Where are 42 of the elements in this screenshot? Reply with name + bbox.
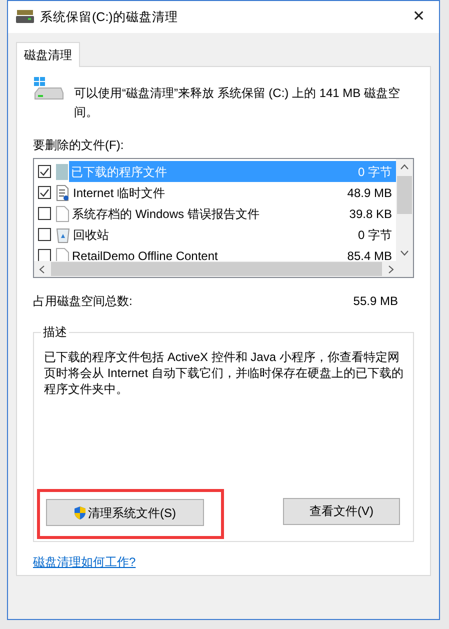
file-name: 回收站: [73, 226, 109, 244]
file-row[interactable]: 系统存档的 Windows 错误报告文件 39.8 KB: [34, 203, 396, 224]
scroll-thumb[interactable]: [51, 262, 382, 276]
help-link[interactable]: 磁盘清理如何工作?: [33, 553, 136, 571]
file-size: 48.9 MB: [347, 184, 392, 202]
file-name: 已下载的程序文件: [71, 164, 167, 180]
checkbox[interactable]: [38, 186, 51, 199]
close-button[interactable]: ✕: [399, 1, 439, 33]
checkbox[interactable]: [38, 249, 51, 262]
files-label: 要删除的文件(F):: [33, 137, 125, 154]
document-icon: [56, 184, 70, 200]
push-button[interactable]: 查看文件(V): [283, 498, 400, 524]
vertical-scrollbar[interactable]: [396, 159, 413, 261]
check-icon: [40, 168, 49, 176]
file-icon: [56, 164, 68, 180]
checkbox[interactable]: [38, 165, 51, 178]
description-text: 已下载的程序文件包括 ActiveX 控件和 Java 小程序，你查看特定网页时将会从 Internet 自动下载它们，并临时保存在硬盘上的已下载的程序文件夹中。: [44, 349, 404, 397]
file-size: 85.4 MB: [347, 248, 392, 264]
file-row[interactable]: 回收站 0 字节: [34, 224, 396, 245]
file-name: RetailDemo Offline Content: [72, 248, 218, 264]
checkbox[interactable]: [38, 207, 51, 220]
file-size: 39.8 KB: [349, 206, 392, 222]
scroll-thumb[interactable]: [397, 176, 412, 214]
drive-icon: [16, 10, 34, 24]
horizontal-scrollbar[interactable]: [34, 261, 413, 277]
checkbox[interactable]: [38, 228, 51, 241]
total-label: 占用磁盘空间总数:: [33, 293, 132, 310]
file-row[interactable]: Internet 临时文件 48.9 MB: [34, 182, 396, 203]
push-button[interactable]: 清理系统文件(S): [46, 499, 204, 526]
recycle-bin-icon: [56, 226, 70, 242]
total-value: 55.9 MB: [353, 293, 398, 310]
file-size: 0 字节: [358, 226, 392, 244]
intro-text: 可以使用“磁盘清理”来释放 系统保留 (C:) 上的 141 MB 磁盘空间。: [74, 85, 402, 121]
file-name: 系统存档的 Windows 错误报告文件: [72, 206, 260, 222]
file-size: 0 字节: [358, 164, 392, 180]
shield-icon: [74, 506, 86, 520]
file-name: Internet 临时文件: [73, 184, 166, 202]
page-icon: [56, 206, 69, 222]
check-icon: [40, 188, 49, 196]
window-title: 系统保留(C:)的磁盘清理: [40, 8, 178, 26]
group-title: 描述: [41, 324, 69, 340]
tab[interactable]: 磁盘清理: [16, 42, 80, 67]
